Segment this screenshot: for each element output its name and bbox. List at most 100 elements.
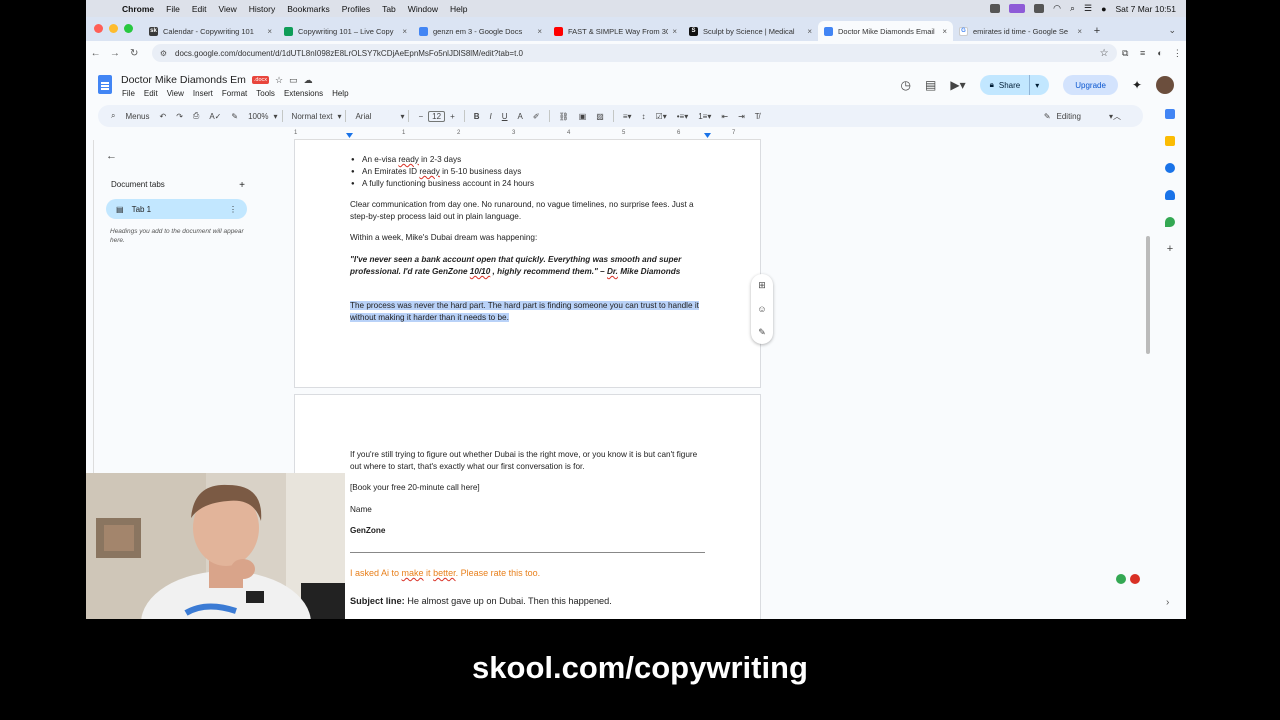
decrease-indent-icon[interactable]: ⇤: [716, 112, 733, 121]
close-outline-arrow-icon[interactable]: ←: [106, 150, 251, 162]
menu-view[interactable]: View: [167, 89, 184, 98]
underline-icon[interactable]: U: [497, 112, 513, 121]
document-tab-1[interactable]: ▤ Tab 1 ⋮: [106, 199, 247, 219]
add-comment-icon[interactable]: ⊞: [758, 280, 766, 291]
close-tab-icon[interactable]: ×: [1077, 27, 1082, 36]
browser-tab[interactable]: Gemirates id time - Google Se ×: [953, 21, 1088, 41]
zoom-select[interactable]: 100%: [243, 112, 273, 121]
mac-menu-view[interactable]: View: [212, 4, 242, 14]
numbered-list-icon[interactable]: 1≡▾: [693, 112, 716, 121]
font-select[interactable]: Arial: [350, 112, 400, 121]
control-center-icon[interactable]: ☰: [1084, 3, 1092, 14]
meet-icon[interactable]: ▶▾: [950, 78, 965, 92]
contacts-icon[interactable]: [1165, 190, 1175, 200]
expand-panel-chevron-icon[interactable]: ›: [1166, 597, 1169, 608]
chrome-menu-icon[interactable]: ⋮: [1169, 48, 1186, 59]
close-tab-icon[interactable]: ×: [537, 27, 542, 36]
spellcheck-icon[interactable]: A✓: [204, 112, 226, 121]
mac-menu-window[interactable]: Window: [402, 4, 444, 14]
paragraph[interactable]: If you're still trying to figure out whe…: [350, 449, 700, 473]
share-dropdown-icon[interactable]: ▾: [1029, 75, 1039, 95]
close-tab-icon[interactable]: ×: [267, 27, 272, 36]
wifi-icon[interactable]: ◠: [1053, 3, 1061, 14]
collapse-toolbar-chevron-icon[interactable]: ︿: [1113, 111, 1121, 122]
browser-tab[interactable]: genzn em 3 - Google Docs ×: [413, 21, 548, 41]
italic-icon[interactable]: I: [485, 112, 497, 121]
close-tab-icon[interactable]: ×: [672, 27, 677, 36]
list-item[interactable]: An e-visa ready in 2-3 days: [351, 154, 461, 166]
insert-image-icon[interactable]: ▨: [591, 112, 609, 121]
paragraph[interactable]: Within a week, Mike's Dubai dream was ha…: [350, 232, 710, 244]
status-app-icon[interactable]: [990, 4, 1001, 13]
explore-icon[interactable]: [1116, 574, 1126, 584]
cloud-status-icon[interactable]: ☁: [304, 75, 313, 86]
add-addon-icon[interactable]: +: [1165, 244, 1175, 255]
menu-edit[interactable]: Edit: [144, 89, 158, 98]
line-spacing-icon[interactable]: ↕: [637, 112, 651, 121]
left-indent-marker-icon[interactable]: [346, 133, 353, 138]
browser-tab[interactable]: FAST & SIMPLE Way From 30 ×: [548, 21, 683, 41]
selected-paragraph[interactable]: The process was never the hard part. The…: [350, 300, 710, 324]
extensions-icon[interactable]: ⧉: [1117, 48, 1134, 59]
url-text[interactable]: docs.google.com/document/d/1dUTL8nI098zE…: [175, 49, 523, 58]
upgrade-button[interactable]: Upgrade: [1063, 75, 1118, 95]
screen-recorder-icon[interactable]: [1009, 4, 1026, 13]
bookmark-star-icon[interactable]: ☆: [1100, 48, 1109, 59]
tab-groups-icon[interactable]: ≡: [1134, 48, 1151, 58]
document-page[interactable]: If you're still trying to figure out whe…: [294, 394, 761, 619]
back-arrow-icon[interactable]: ←: [86, 48, 105, 59]
tab-search-chevron-icon[interactable]: ⌄: [1168, 25, 1186, 41]
paint-format-icon[interactable]: ✎: [226, 112, 243, 121]
browser-tab[interactable]: Copywriting 101 – Live Copy ×: [278, 21, 413, 41]
menus-search[interactable]: Menus: [120, 112, 154, 121]
forward-arrow-icon[interactable]: →: [105, 48, 124, 59]
maps-icon[interactable]: [1165, 217, 1175, 227]
status-control-icon[interactable]: [1034, 4, 1045, 13]
profile-icon[interactable]: ◐: [1151, 48, 1168, 58]
menu-help[interactable]: Help: [332, 89, 348, 98]
sign-off-name[interactable]: Name: [350, 504, 710, 516]
omnibox[interactable]: ⚙ docs.google.com/document/d/1dUTL8nI098…: [151, 44, 1117, 62]
document-page[interactable]: An e-visa ready in 2-3 days An Emirates …: [294, 140, 761, 388]
increase-font-size-icon[interactable]: +: [445, 112, 460, 121]
align-icon[interactable]: ≡▾: [618, 112, 637, 121]
list-item[interactable]: A fully functioning business account in …: [351, 178, 534, 190]
bold-icon[interactable]: B: [469, 112, 485, 121]
menu-file[interactable]: File: [122, 89, 135, 98]
menu-format[interactable]: Format: [222, 89, 247, 98]
browser-tab[interactable]: Doctor Mike Diamonds Email ×: [818, 21, 953, 41]
list-item[interactable]: An Emirates ID ready in 5-10 business da…: [351, 166, 521, 178]
editing-mode-select[interactable]: ✎ Editing ▾: [1044, 112, 1143, 121]
mac-menu-profiles[interactable]: Profiles: [336, 4, 376, 14]
style-select[interactable]: Normal text: [287, 112, 338, 121]
checklist-icon[interactable]: ☑▾: [651, 112, 672, 121]
mac-menu-help[interactable]: Help: [444, 4, 473, 14]
testimonial-quote[interactable]: "I've never seen a bank account open tha…: [350, 254, 710, 278]
minimize-window-icon[interactable]: [109, 24, 118, 33]
close-tab-icon[interactable]: ×: [942, 27, 947, 36]
version-history-icon[interactable]: ◷: [901, 78, 911, 92]
close-tab-icon[interactable]: ×: [402, 27, 407, 36]
close-window-icon[interactable]: [94, 24, 103, 33]
siri-icon[interactable]: ●: [1101, 4, 1106, 14]
browser-tab[interactable]: sk Calendar - Copywriting 101 ×: [143, 21, 278, 41]
share-button[interactable]: 🔒︎ Share ▾: [979, 75, 1050, 95]
star-icon[interactable]: ☆: [275, 75, 283, 86]
mac-menu-file[interactable]: File: [160, 4, 186, 14]
tasks-icon[interactable]: [1165, 163, 1175, 173]
gemini-sparkle-icon[interactable]: ✦: [1132, 78, 1142, 92]
clock[interactable]: Sat 7 Mar 10:51: [1116, 4, 1176, 14]
avatar[interactable]: [1156, 76, 1174, 94]
zoom-chevron-down-icon[interactable]: ▾: [274, 112, 278, 121]
font-chevron-down-icon[interactable]: ▾: [400, 112, 404, 121]
horizontal-ruler[interactable]: 1 1 2 3 4 5 6 7: [294, 130, 761, 140]
text-color-icon[interactable]: A: [513, 112, 528, 121]
paragraph[interactable]: Clear communication from day one. No run…: [350, 199, 710, 223]
doc-title[interactable]: Doctor Mike Diamonds Em: [121, 74, 246, 86]
bulleted-list-icon[interactable]: •≡▾: [672, 112, 693, 121]
mac-menu-edit[interactable]: Edit: [186, 4, 213, 14]
sign-off-company[interactable]: GenZone: [350, 525, 710, 537]
print-icon[interactable]: ⎙: [188, 111, 204, 121]
maximize-window-icon[interactable]: [124, 24, 133, 33]
text-selection[interactable]: The process was never the hard part. The…: [350, 301, 699, 322]
